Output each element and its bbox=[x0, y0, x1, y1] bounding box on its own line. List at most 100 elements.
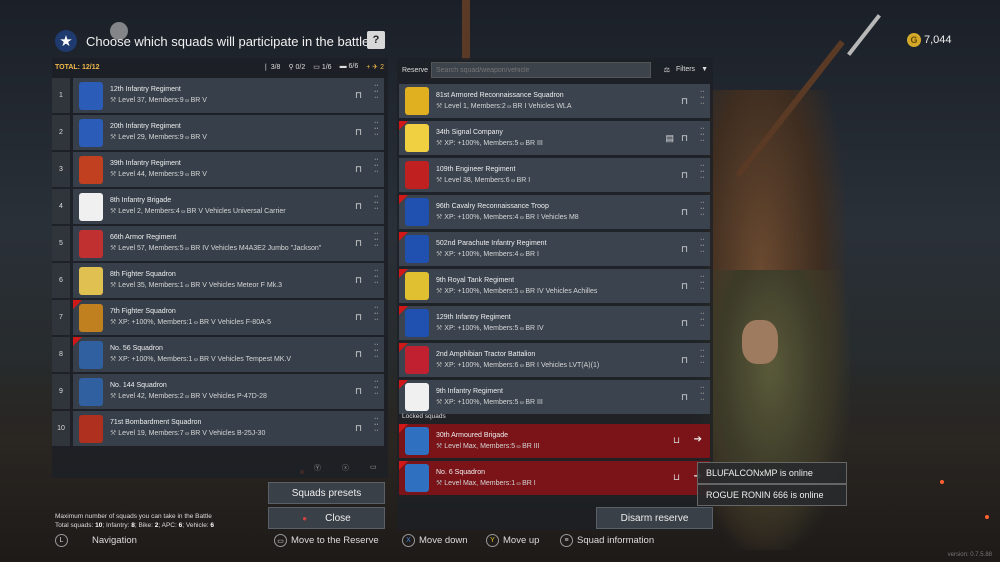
bookmark-icon[interactable]: ⊓ bbox=[355, 164, 362, 175]
bike-icon: ⚲ bbox=[288, 64, 296, 71]
manual-book-icon[interactable]: ▤ bbox=[665, 133, 674, 144]
squad-row[interactable]: 4 8th Infantry Brigade ⚒ Level 2, Members:4… bbox=[52, 189, 385, 224]
background-bayonet bbox=[847, 14, 881, 56]
squad-row[interactable]: 5 66th Armor Regiment ⚒ Level 57, Members:5… bbox=[52, 226, 385, 261]
x-button-icon: X bbox=[402, 534, 415, 547]
drag-handle-icon[interactable]: ⁚⁚ ⁚⁚ bbox=[700, 350, 705, 366]
squad-emblem-icon bbox=[405, 235, 429, 263]
bookmark-icon[interactable]: ⊓ bbox=[355, 423, 362, 434]
drag-handle-icon[interactable]: ⁚⁚ ⁚⁚ bbox=[374, 122, 379, 138]
shop-basket-icon[interactable]: ⊔ bbox=[673, 435, 680, 446]
nav-move-reserve[interactable]: ▭ Move to the Reserve bbox=[274, 534, 379, 547]
drag-handle-icon[interactable]: ⁚⁚ ⁚⁚ bbox=[374, 233, 379, 249]
vehicle-count: ▬ 6/6 bbox=[339, 63, 359, 70]
bookmark-icon[interactable]: ⊓ bbox=[355, 349, 362, 360]
squad-level-members: XP: +100%, Members:5 bbox=[444, 287, 519, 295]
squad-row[interactable]: 1 12th Infantry Regiment ⚒ Level 37, Member… bbox=[52, 78, 385, 113]
drag-handle-icon[interactable]: ⁚⁚ ⁚⁚ bbox=[374, 344, 379, 360]
version-label: version: 0.7.5.88 bbox=[947, 552, 992, 558]
squad-row[interactable]: 8 No. 56 Squadron ⚒ XP: +100%, Members:1 ⛀ … bbox=[52, 337, 385, 372]
disarm-reserve-button[interactable]: Disarm reserve bbox=[596, 507, 713, 529]
drag-handle-icon[interactable]: ⁚⁚ ⁚⁚ bbox=[374, 196, 379, 212]
help-button[interactable]: ? bbox=[367, 31, 385, 49]
squad-emblem-icon bbox=[79, 229, 103, 258]
bookmark-icon[interactable]: ⊓ bbox=[681, 207, 688, 218]
filters-control[interactable]: ⚖ Filters ▼ bbox=[664, 66, 708, 74]
bookmark-icon[interactable]: ⊓ bbox=[681, 133, 688, 144]
drag-handle-icon[interactable]: ⁚⁚ ⁚⁚ bbox=[374, 381, 379, 397]
reserve-squad-card[interactable]: 129th Infantry Regiment ⚒ XP: +100%, Membe… bbox=[399, 306, 710, 340]
drag-handle-icon[interactable]: ⁚⁚ ⁚⁚ bbox=[374, 85, 379, 101]
bookmark-icon[interactable]: ⊓ bbox=[355, 90, 362, 101]
bookmark-icon[interactable]: ⊓ bbox=[681, 96, 688, 107]
squad-card[interactable]: 7th Fighter Squadron ⚒ XP: +100%, Members:… bbox=[73, 300, 384, 335]
reserve-squad-card[interactable]: 502nd Parachute Infantry Regiment ⚒ XP: +1… bbox=[399, 232, 710, 266]
locked-squad-card[interactable]: No. 6 Squadron ⚒ Level Max, Members:1 ⛀ BR… bbox=[399, 461, 710, 495]
squad-row[interactable]: 10 71st Bombardment Squadron ⚒ Level 19, Me… bbox=[52, 411, 385, 446]
nav-move-down[interactable]: X Move down bbox=[402, 534, 468, 547]
squad-row[interactable]: 3 39th Infantry Regiment ⚒ Level 44, Member… bbox=[52, 152, 385, 187]
drag-handle-icon[interactable]: ⁚⁚ ⁚⁚ bbox=[700, 165, 705, 181]
reserve-squad-card[interactable]: 9th Royal Tank Regiment ⚒ XP: +100%, Membe… bbox=[399, 269, 710, 303]
drag-handle-icon[interactable]: ⁚⁚ ⁚⁚ bbox=[374, 307, 379, 323]
drag-handle-icon[interactable]: ⁚⁚ ⁚⁚ bbox=[700, 313, 705, 329]
bookmark-icon[interactable]: ⊓ bbox=[681, 355, 688, 366]
squad-search-input[interactable] bbox=[431, 62, 651, 78]
squad-card[interactable]: No. 144 Squadron ⚒ Level 42, Members:2 ⛀ B… bbox=[73, 374, 384, 409]
reserve-squad-card[interactable]: 34th Signal Company ⚒ XP: +100%, Members:5… bbox=[399, 121, 710, 155]
nav-move-up[interactable]: Y Move up bbox=[486, 534, 539, 547]
nav-squad-info[interactable]: ≡ Squad information bbox=[560, 534, 654, 547]
squad-row[interactable]: 2 20th Infantry Regiment ⚒ Level 29, Member… bbox=[52, 115, 385, 150]
reserve-squad-card[interactable]: 109th Engineer Regiment ⚒ Level 38, Member… bbox=[399, 158, 710, 192]
bookmark-icon[interactable]: ⊓ bbox=[355, 275, 362, 286]
max-squads-title: Maximum number of squads you can take in… bbox=[55, 513, 212, 520]
drag-handle-icon[interactable]: ⁚⁚ ⁚⁚ bbox=[700, 239, 705, 255]
drag-handle-icon[interactable]: ⁚⁚ ⁚⁚ bbox=[700, 128, 705, 144]
x-button-icon: ⓧ bbox=[342, 465, 349, 472]
squad-row[interactable]: 6 8th Fighter Squadron ⚒ Level 35, Members:… bbox=[52, 263, 385, 298]
drag-handle-icon[interactable]: ⁚⁚ ⁚⁚ bbox=[700, 276, 705, 292]
squad-card[interactable]: 12th Infantry Regiment ⚒ Level 37, Members… bbox=[73, 78, 384, 113]
reserve-squad-card[interactable]: 9th Infantry Regiment ⚒ XP: +100%, Members… bbox=[399, 380, 710, 414]
bookmark-icon[interactable]: ⊓ bbox=[355, 386, 362, 397]
squad-card[interactable]: 66th Armor Regiment ⚒ Level 57, Members:5 … bbox=[73, 226, 384, 261]
locked-squad-card[interactable]: 30th Armoured Brigade ⚒ Level Max, Members… bbox=[399, 424, 710, 458]
squad-card[interactable]: 71st Bombardment Squadron ⚒ Level 19, Memb… bbox=[73, 411, 384, 446]
bookmark-icon[interactable]: ⊓ bbox=[681, 244, 688, 255]
bookmark-icon[interactable]: ⊓ bbox=[681, 170, 688, 181]
squad-card[interactable]: 39th Infantry Regiment ⚒ Level 44, Members… bbox=[73, 152, 384, 187]
reserve-squad-card[interactable]: 96th Cavalry Reconnaissance Troop ⚒ XP: +1… bbox=[399, 195, 710, 229]
drag-handle-icon[interactable]: ⁚⁚ ⁚⁚ bbox=[374, 418, 379, 434]
drag-handle-icon[interactable]: ⁚⁚ ⁚⁚ bbox=[700, 91, 705, 107]
squad-card[interactable]: 20th Infantry Regiment ⚒ Level 29, Members… bbox=[73, 115, 384, 150]
new-badge-icon bbox=[399, 195, 408, 204]
locked-squads-label: Locked squads bbox=[402, 413, 446, 420]
bookmark-icon[interactable]: ⊓ bbox=[355, 201, 362, 212]
close-button[interactable]: ● Close bbox=[268, 507, 385, 529]
bookmark-icon[interactable]: ⊓ bbox=[681, 392, 688, 403]
bookmark-icon[interactable]: ⊓ bbox=[681, 318, 688, 329]
bookmark-icon[interactable]: ⊓ bbox=[681, 281, 688, 292]
drag-handle-icon[interactable]: ⁚⁚ ⁚⁚ bbox=[700, 202, 705, 218]
bookmark-icon[interactable]: ⊓ bbox=[355, 127, 362, 138]
squad-card[interactable]: No. 56 Squadron ⚒ XP: +100%, Members:1 ⛀ B… bbox=[73, 337, 384, 372]
squads-presets-button[interactable]: Squads presets bbox=[268, 482, 385, 504]
squad-level-members: Level 57, Members:5 bbox=[118, 245, 184, 252]
plane-count: + ✈ 2 bbox=[366, 64, 384, 71]
drag-handle-icon[interactable]: ⁚⁚ ⁚⁚ bbox=[700, 387, 705, 403]
reserve-squad-card[interactable]: 2nd Amphibian Tractor Battalion ⚒ XP: +100… bbox=[399, 343, 710, 377]
squad-row[interactable]: 9 No. 144 Squadron ⚒ Level 42, Members:2 ⛀ … bbox=[52, 374, 385, 409]
squad-slot-number: 7 bbox=[52, 300, 70, 335]
bookmark-icon[interactable]: ⊓ bbox=[355, 312, 362, 323]
bookmark-icon[interactable]: ⊓ bbox=[355, 238, 362, 249]
unlock-arrow-icon[interactable]: ➔ bbox=[694, 434, 702, 445]
squad-emblem-icon bbox=[79, 118, 103, 147]
squad-card[interactable]: 8th Infantry Brigade ⚒ Level 2, Members:4 … bbox=[73, 189, 384, 224]
reserve-squad-card[interactable]: 81st Armored Reconnaissance Squadron ⚒ Lev… bbox=[399, 84, 710, 118]
drag-handle-icon[interactable]: ⁚⁚ ⁚⁚ bbox=[374, 270, 379, 286]
squad-row[interactable]: 7 7th Fighter Squadron ⚒ XP: +100%, Members… bbox=[52, 300, 385, 335]
drag-handle-icon[interactable]: ⁚⁚ ⁚⁚ bbox=[374, 159, 379, 175]
shop-basket-icon[interactable]: ⊔ bbox=[673, 472, 680, 483]
battle-rating: BR IV bbox=[190, 245, 209, 252]
squad-card[interactable]: 8th Fighter Squadron ⚒ Level 35, Members:1… bbox=[73, 263, 384, 298]
